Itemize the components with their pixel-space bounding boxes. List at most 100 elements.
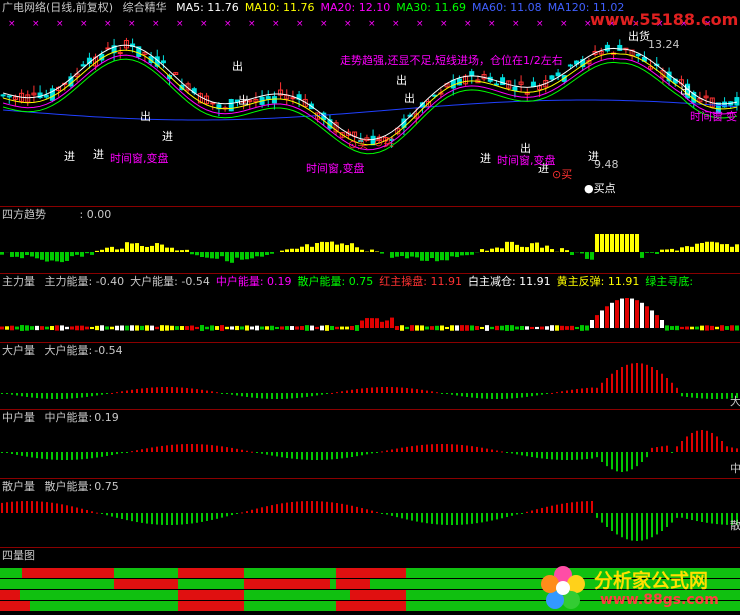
sanhu-svg-bar (61, 504, 63, 513)
zhonghu-svg-bar (561, 452, 563, 460)
zhuli-bar (40, 326, 44, 330)
candle-body (567, 64, 573, 67)
zhonghu-svg-bar (656, 447, 658, 452)
zhonghu-svg-bar (36, 452, 38, 459)
dahu-svg-bar (336, 392, 338, 394)
sanhu-svg-bar (696, 513, 698, 522)
sanhu-svg-bar (601, 513, 603, 523)
dahu-svg-bar (581, 388, 583, 393)
sifang-bar (50, 252, 54, 261)
sanhu-svg-bar (431, 513, 433, 524)
dahu-svg-bar (306, 393, 308, 397)
zhuli-bar (690, 326, 694, 330)
dahu-svg-bar (391, 387, 393, 393)
sifang-bar (270, 252, 274, 254)
zhonghu-svg-bar (51, 452, 53, 460)
zhuli-bar (530, 326, 534, 330)
dahu-svg-bar (441, 393, 443, 394)
dahu-svg-bar (156, 387, 158, 393)
x-marker: × (80, 19, 88, 29)
zhonghu-svg-bar (726, 446, 728, 452)
sifang-panel[interactable]: 四方趋势 : 0.00 (0, 207, 740, 273)
sanhu-svg-bar (546, 506, 548, 513)
sanhu-svg-bar (336, 503, 338, 513)
sifang-bar (685, 246, 689, 252)
sanhu-svg-bar (141, 513, 143, 523)
sifang-bar (380, 252, 384, 254)
zhuli-bar (445, 326, 449, 330)
zhonghu-svg-bar (536, 452, 538, 458)
zhuli-bar (125, 325, 129, 331)
zhuli-bar (145, 325, 149, 331)
zhuli-bar (575, 326, 579, 330)
zhonghu-svg-bar (521, 452, 523, 456)
time-window-2: 时间窗,变盘 (306, 162, 365, 175)
sanhu-svg-bar (686, 513, 688, 519)
sanhu-svg-bar (301, 501, 303, 513)
dahu-svg-bar (421, 389, 423, 393)
buy-mark-2: ⊙买 (374, 136, 395, 149)
sifang-bar (525, 247, 529, 252)
sanhu-svg-bar (326, 501, 328, 513)
dahu-header: 大户量 大户能量: -0.54 (2, 344, 129, 357)
zhuli-bar (320, 325, 324, 331)
zhuli-bar (480, 326, 484, 330)
dahu-svg-bar (526, 393, 528, 397)
dahu-svg-bar (631, 363, 633, 393)
sanhu-svg-bar (321, 501, 323, 513)
dahu-svg-bar (196, 389, 198, 393)
sanhu-panel[interactable]: 散户量 散户能量: 0.75 散 (0, 479, 740, 547)
zhonghu-svg-bar (126, 452, 128, 453)
main-price-panel[interactable]: × × × × × × × × × × × × × × × × × × × × × × × × × × × × × × 广电网络(日线,前… (0, 0, 740, 206)
zhonghu-panel[interactable]: 中户量 中户能量: 0.19 中 (0, 410, 740, 478)
right-edge-mark: 变 (726, 110, 737, 123)
x-marker: × (152, 19, 160, 29)
zhuli-bar (495, 325, 499, 331)
band-red (0, 590, 20, 600)
zhonghu-svg-bar (341, 452, 343, 459)
dahu-svg-bar (476, 393, 478, 399)
dahu-svg-bar (416, 389, 418, 393)
zhonghu-svg-bar (211, 445, 213, 452)
signal-jin-2: 进 (93, 148, 104, 161)
zhuli-legend-item: 主力能量: -0.40 (44, 275, 125, 288)
sanhu-svg-bar (396, 513, 398, 518)
dahu-panel[interactable]: 大户量 大户能量: -0.54 大 (0, 343, 740, 409)
zhuli-legend-item: 红主操盘: 11.91 (379, 275, 462, 288)
sifang-bar (345, 245, 349, 252)
dahu-svg-bar (276, 393, 278, 399)
sanhu-svg-bar (501, 513, 503, 519)
zhonghu-svg-bar (151, 447, 153, 452)
band-red (178, 590, 244, 600)
zhuli-bar (285, 326, 289, 330)
x-marker: × (368, 19, 376, 29)
zhuli-bar (405, 326, 409, 330)
dahu-svg-bar (436, 392, 438, 394)
dahu-svg-bar (561, 391, 563, 393)
zhonghu-svg-bar (361, 452, 363, 456)
zhuli-bar (590, 320, 594, 328)
sifang-bar (615, 234, 619, 252)
sifang-bar (180, 250, 184, 252)
zhonghu-svg-bar (101, 452, 103, 457)
zhonghu-svg-bar (721, 441, 723, 452)
high-price-label: 13.24 (648, 38, 680, 51)
sifang-bar (65, 252, 69, 261)
sanhu-svg-bar (681, 513, 683, 518)
signal-chu-3: 出 (404, 92, 415, 105)
zhuli-bar (45, 326, 49, 330)
zhuli-bar (460, 325, 464, 331)
candle-body (617, 44, 623, 51)
zhonghu-svg-bar (296, 452, 298, 460)
sifang-bar (355, 247, 359, 252)
sanhu-svg-bar (286, 502, 288, 513)
sanhu-svg-bar (126, 513, 128, 521)
zhonghu-svg-bar (321, 452, 323, 460)
dahu-svg-bar (486, 393, 488, 399)
zhuli-panel[interactable]: 主力量 主力能量: -0.40 大户能量: -0.54 中户能量: 0.19 散户能量… (0, 274, 740, 342)
zhuli-bar (355, 325, 359, 331)
zhuli-bar (215, 326, 219, 330)
sanhu-svg-bar (56, 503, 58, 513)
sifang-title: 四方趋势 (2, 208, 46, 221)
sifang-bar (585, 252, 589, 259)
